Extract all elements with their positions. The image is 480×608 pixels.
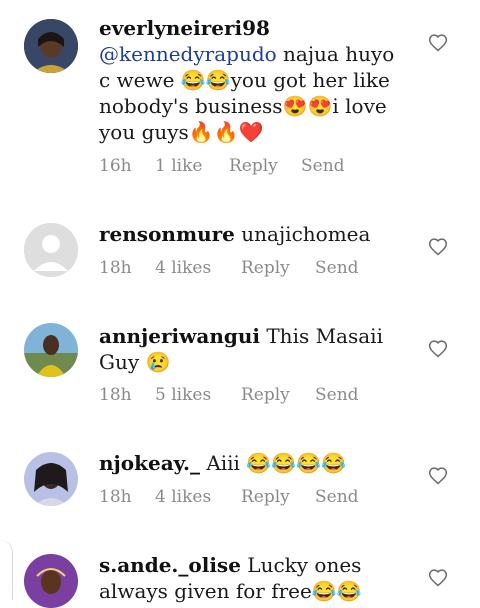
like-count[interactable]: 4 likes [155, 258, 241, 278]
heart-outline-icon[interactable] [428, 466, 448, 486]
comment-time: 18h [99, 385, 132, 405]
send-button[interactable]: Send [315, 258, 359, 278]
username[interactable]: everlyneireri98 [99, 16, 270, 40]
heart-outline-icon[interactable] [428, 33, 448, 53]
comment-time: 18h [99, 487, 132, 507]
reply-button[interactable]: Reply [241, 487, 315, 507]
page-edge-shadow [0, 540, 13, 600]
like-count[interactable]: 4 likes [155, 487, 241, 507]
username[interactable]: s.ande._olise [99, 553, 241, 577]
username[interactable]: njokeay._ [99, 451, 200, 475]
comment-text: Aiii 😂😂😂😂 [206, 451, 346, 475]
comment-time: 16h [99, 156, 132, 176]
heart-outline-icon[interactable] [428, 237, 448, 257]
like-count[interactable]: 1 like [155, 156, 229, 176]
send-button[interactable]: Send [301, 156, 345, 176]
avatar[interactable] [24, 452, 78, 506]
username[interactable]: rensonmure [99, 222, 235, 246]
avatar[interactable] [24, 19, 78, 73]
like-count[interactable]: 5 likes [155, 385, 241, 405]
comment-text: unajichomea [241, 222, 371, 246]
heart-outline-icon[interactable] [428, 339, 448, 359]
avatar[interactable] [24, 223, 78, 277]
avatar[interactable] [24, 323, 78, 377]
mention-link[interactable]: @kennedyrapudo [99, 42, 277, 66]
avatar[interactable] [24, 554, 78, 608]
reply-button[interactable]: Reply [241, 258, 315, 278]
reply-button[interactable]: Reply [241, 385, 315, 405]
send-button[interactable]: Send [315, 385, 359, 405]
reply-button[interactable]: Reply [229, 156, 301, 176]
comment-time: 18h [99, 258, 132, 278]
send-button[interactable]: Send [315, 487, 359, 507]
heart-outline-icon[interactable] [428, 568, 448, 588]
username[interactable]: annjeriwangui [99, 324, 260, 348]
